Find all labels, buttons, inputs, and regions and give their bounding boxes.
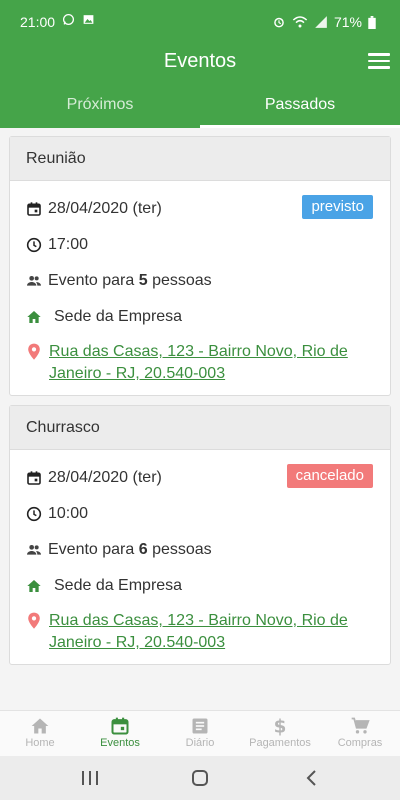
event-card[interactable]: Churrasco cancelado 28/04/2020 (ter) 10:… [9,405,391,665]
tab-proximos[interactable]: Próximos [0,84,200,128]
nav-diario[interactable]: Diário [160,711,240,756]
status-badge: previsto [302,195,373,219]
whatsapp-icon [62,13,75,26]
nav-label: Eventos [100,737,140,749]
people-icon [26,542,42,558]
menu-icon[interactable] [368,53,390,71]
calendar-icon [111,717,129,735]
wifi-icon [292,16,308,28]
home-icon [31,718,49,734]
nav-label: Pagamentos [249,737,311,749]
event-date: 28/04/2020 (ter) [48,200,162,217]
app-bar: Eventos [0,44,400,84]
battery-level: 71% [333,14,362,30]
signal-icon [315,16,327,28]
event-time: 17:00 [48,236,89,253]
nav-eventos[interactable]: Eventos [80,711,160,756]
event-title: Churrasco [10,406,390,450]
alarm-icon [274,17,284,28]
clock-icon [26,506,42,522]
nav-label: Diário [185,737,215,749]
status-bar: 21:00 71% [0,0,400,44]
nav-label: Home [25,737,55,749]
nav-home[interactable]: Home [0,711,80,756]
calendar-icon [26,470,42,486]
address-link[interactable]: Rua das Casas, 123 - Bairro Novo, Rio de… [49,341,374,385]
event-attendees: Evento para 5 pessoas [48,272,212,289]
event-attendees: Evento para 6 pessoas [48,541,212,558]
notification-icons [62,13,95,27]
svg-text:$: $ [274,717,287,736]
event-time: 10:00 [48,505,89,522]
calendar-icon [26,201,42,217]
status-time: 21:00 [20,14,56,30]
address-link[interactable]: Rua das Casas, 123 - Bairro Novo, Rio de… [49,610,374,654]
tab-passados[interactable]: Passados [200,84,400,128]
nav-compras[interactable]: Compras [320,711,400,756]
recent-apps-icon[interactable] [78,768,102,788]
image-icon [83,15,94,24]
page-title: Eventos [163,50,237,72]
battery-icon [368,15,376,29]
bottom-nav: Home Eventos Diário $ Pagamentos Compras [0,710,400,756]
system-nav-bar [0,756,400,800]
tab-bar: Próximos Passados [0,84,400,128]
events-list[interactable]: Reunião previsto 28/04/2020 (ter) 17:00 … [0,128,400,710]
back-icon[interactable] [300,768,324,788]
nav-label: Compras [337,737,383,749]
event-title: Reunião [10,137,390,181]
location-pin-icon [26,343,42,361]
nav-pagamentos[interactable]: $ Pagamentos [240,711,320,756]
dollar-icon: $ [274,717,287,736]
journal-icon [192,718,208,734]
location-pin-icon [26,612,42,630]
home-icon [26,578,42,594]
clock-icon [26,237,42,253]
event-card[interactable]: Reunião previsto 28/04/2020 (ter) 17:00 … [9,136,391,396]
home-icon [26,309,42,325]
cart-icon [351,717,370,734]
event-place: Sede da Empresa [54,577,183,594]
event-place: Sede da Empresa [54,308,183,325]
status-badge: cancelado [286,464,373,488]
people-icon [26,273,42,289]
home-button-icon[interactable] [188,768,212,788]
event-date: 28/04/2020 (ter) [48,469,162,486]
